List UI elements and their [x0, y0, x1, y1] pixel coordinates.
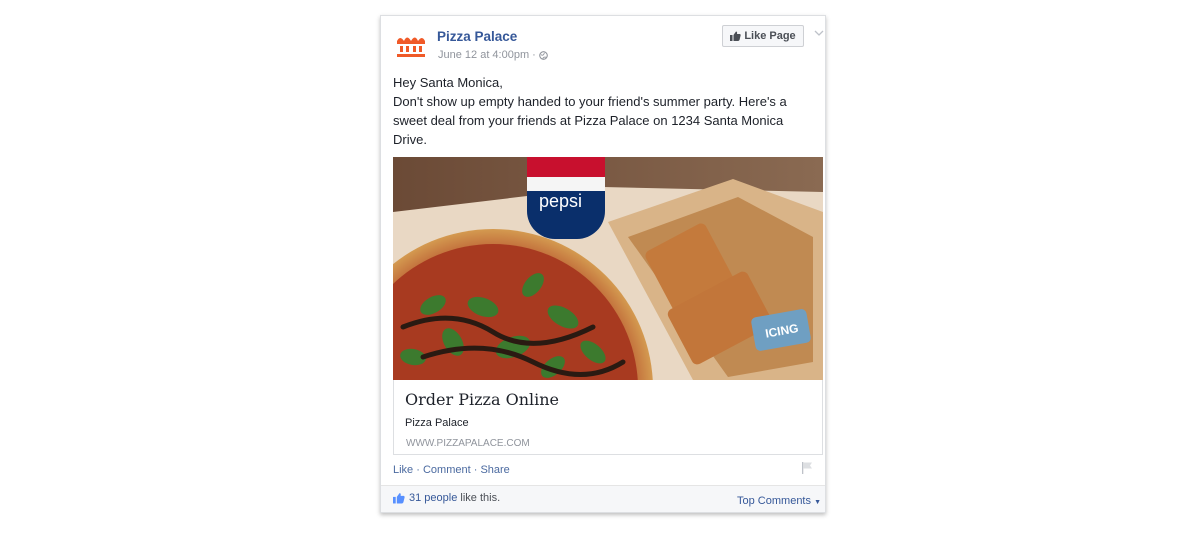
action-bar: Like · Comment · Share	[393, 464, 510, 476]
action-separator: ·	[470, 464, 481, 476]
globe-icon	[538, 50, 548, 60]
bottle-label: pepsi	[539, 191, 582, 211]
likes-suffix: like this.	[457, 492, 501, 504]
flag-icon[interactable]	[800, 461, 814, 475]
action-separator: ·	[413, 464, 423, 476]
link-preview[interactable]: Order Pizza Online Pizza Palace WWW.PIZZ…	[393, 380, 823, 455]
thumbs-up-icon	[393, 493, 405, 504]
post-timestamp[interactable]: June 12 at 4:00pm	[438, 49, 529, 61]
link-description: Pizza Palace	[405, 417, 469, 429]
top-comments-label: Top Comments	[737, 495, 811, 507]
like-page-button[interactable]: Like Page	[722, 25, 804, 47]
post-photo[interactable]: ICING pepsi	[393, 157, 823, 380]
post-meta: June 12 at 4:00pm ·	[438, 49, 548, 61]
likes-count[interactable]: 31 people	[409, 492, 457, 504]
thumbs-up-icon	[730, 31, 741, 41]
post-message: Hey Santa Monica, Don't show up empty ha…	[393, 73, 815, 149]
likes-footer: 31 people like this. Top Comments ▼	[381, 485, 825, 512]
post-card: Pizza Palace June 12 at 4:00pm · Like Pa…	[380, 15, 826, 513]
post-text-line: sweet deal from your friends at Pizza Pa…	[393, 113, 784, 128]
likes-summary: 31 people like this.	[393, 492, 500, 504]
post-text-line: Drive.	[393, 132, 427, 147]
post-text-line: Don't show up empty handed to your frien…	[393, 94, 787, 109]
chevron-down-icon[interactable]	[814, 29, 824, 37]
comment-action[interactable]: Comment	[423, 464, 471, 476]
top-comments-dropdown[interactable]: Top Comments ▼	[737, 495, 821, 507]
like-action[interactable]: Like	[393, 464, 413, 476]
page-logo-icon[interactable]	[394, 28, 428, 62]
like-page-label: Like Page	[744, 30, 796, 42]
post-text-line: Hey Santa Monica,	[393, 75, 503, 90]
caret-down-icon: ▼	[814, 499, 821, 506]
link-title[interactable]: Order Pizza Online	[405, 390, 559, 409]
page-name-link[interactable]: Pizza Palace	[437, 29, 517, 44]
link-url: WWW.PIZZAPALACE.COM	[406, 438, 530, 449]
meta-separator: ·	[532, 49, 536, 61]
share-action[interactable]: Share	[480, 464, 509, 476]
